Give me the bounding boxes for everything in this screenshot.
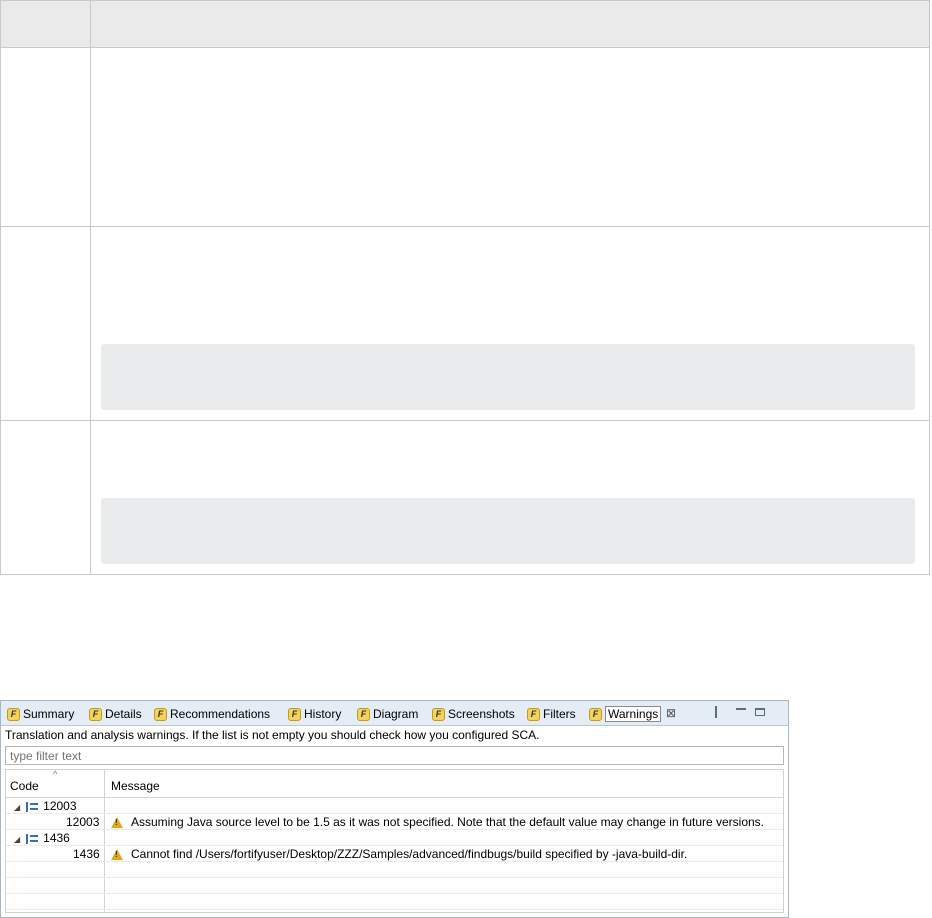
fortify-icon: F: [357, 707, 370, 721]
view-menu-icon[interactable]: [715, 706, 727, 718]
fortify-icon: F: [432, 707, 445, 721]
table-header: Code ^ Message: [6, 769, 783, 798]
doc-table: [0, 0, 930, 575]
tab-label: Warnings: [605, 706, 662, 722]
expand-triangle-icon[interactable]: ◢: [14, 803, 20, 812]
code-block: [101, 498, 915, 564]
tab-screenshots[interactable]: F Screenshots: [432, 705, 515, 723]
code-block: [101, 344, 915, 410]
warning-icon: [111, 848, 123, 860]
tab-filters[interactable]: F Filters: [527, 705, 576, 723]
warning-message: Cannot find /Users/fortifyuser/Desktop/Z…: [131, 847, 688, 861]
warnings-table: Code ^ Message ◢ 12003 12003 Assuming Jav…: [5, 769, 784, 913]
group-cell: ◢ 1436: [14, 831, 70, 845]
fortify-icon: F: [154, 707, 167, 721]
tab-details[interactable]: F Details: [89, 705, 142, 723]
tab-recommendations[interactable]: F Recommendations: [154, 705, 270, 723]
doc-table-column-divider: [90, 1, 91, 574]
group-row[interactable]: ◢ 1436: [6, 830, 783, 846]
fortify-icon: F: [7, 707, 20, 721]
tab-label: Details: [105, 707, 142, 721]
empty-row: [6, 878, 783, 894]
filter-input[interactable]: [5, 746, 784, 765]
empty-row: [6, 894, 783, 910]
tab-history[interactable]: F History: [288, 705, 341, 723]
group-cell: ◢ 12003: [14, 799, 77, 813]
group-icon: [26, 833, 39, 844]
tab-label: Recommendations: [170, 707, 271, 721]
table-row[interactable]: 12003 Assuming Java source level to be 1…: [6, 814, 783, 830]
empty-row: [6, 862, 783, 878]
warning-message: Assuming Java source level to be 1.5 as …: [131, 815, 765, 829]
maximize-icon[interactable]: [755, 708, 765, 716]
group-code: 1436: [43, 831, 70, 845]
warning-message-cell: Cannot find /Users/fortifyuser/Desktop/Z…: [111, 847, 687, 861]
sort-ascending-icon: ^: [53, 769, 58, 779]
doc-table-row-divider: [1, 420, 929, 421]
group-icon: [26, 801, 39, 812]
group-row[interactable]: ◢ 12003: [6, 798, 783, 814]
tab-label: History: [304, 707, 342, 721]
fortify-icon: F: [589, 707, 602, 721]
fortify-icon: F: [527, 707, 540, 721]
column-header-message[interactable]: Message: [111, 779, 160, 793]
tab-label: Filters: [543, 707, 576, 721]
warning-code: 1436: [73, 847, 100, 861]
close-tab-icon[interactable]: ⊠: [666, 706, 676, 720]
warnings-view-panel: F Summary F Details F Recommendations F …: [0, 700, 789, 918]
tab-summary[interactable]: F Summary: [7, 705, 74, 723]
fortify-icon: F: [89, 707, 102, 721]
warning-icon: [111, 816, 123, 828]
expand-triangle-icon[interactable]: ◢: [14, 835, 20, 844]
doc-table-header: [1, 1, 929, 48]
column-header-code[interactable]: Code: [10, 779, 39, 793]
tab-diagram[interactable]: F Diagram: [357, 705, 418, 723]
tab-label: Screenshots: [448, 707, 515, 721]
view-description: Translation and analysis warnings. If th…: [5, 728, 540, 742]
doc-table-row-divider: [1, 226, 929, 227]
table-row[interactable]: 1436 Cannot find /Users/fortifyuser/Desk…: [6, 846, 783, 862]
tab-label: Diagram: [373, 707, 419, 721]
tab-label: Summary: [23, 707, 75, 721]
warning-code: 12003: [66, 815, 100, 829]
tab-warnings[interactable]: F Warnings: [589, 705, 662, 723]
minimize-icon[interactable]: [736, 708, 746, 710]
view-controls: [715, 706, 765, 718]
fortify-icon: F: [288, 707, 301, 721]
warning-message-cell: Assuming Java source level to be 1.5 as …: [111, 815, 764, 829]
group-code: 12003: [43, 799, 77, 813]
view-tab-bar: F Summary F Details F Recommendations F …: [1, 701, 788, 726]
